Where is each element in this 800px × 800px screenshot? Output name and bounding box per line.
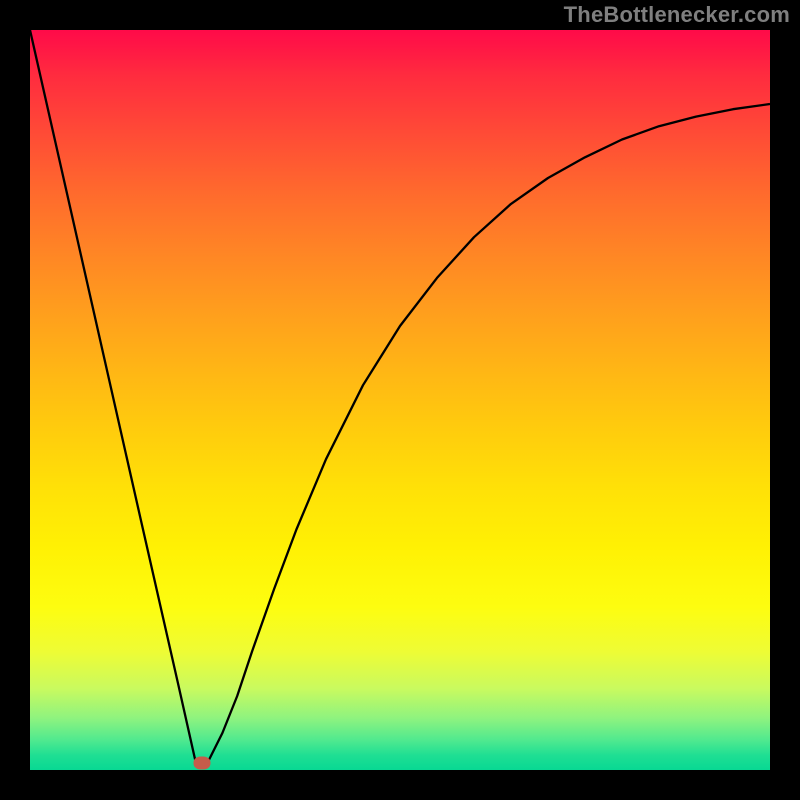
bottleneck-curve-path	[30, 30, 770, 763]
chart-frame: TheBottlenecker.com	[0, 0, 800, 800]
plot-area	[30, 30, 770, 770]
watermark-text: TheBottlenecker.com	[564, 2, 790, 28]
curve-layer	[30, 30, 770, 770]
optimal-point-marker	[193, 756, 210, 769]
